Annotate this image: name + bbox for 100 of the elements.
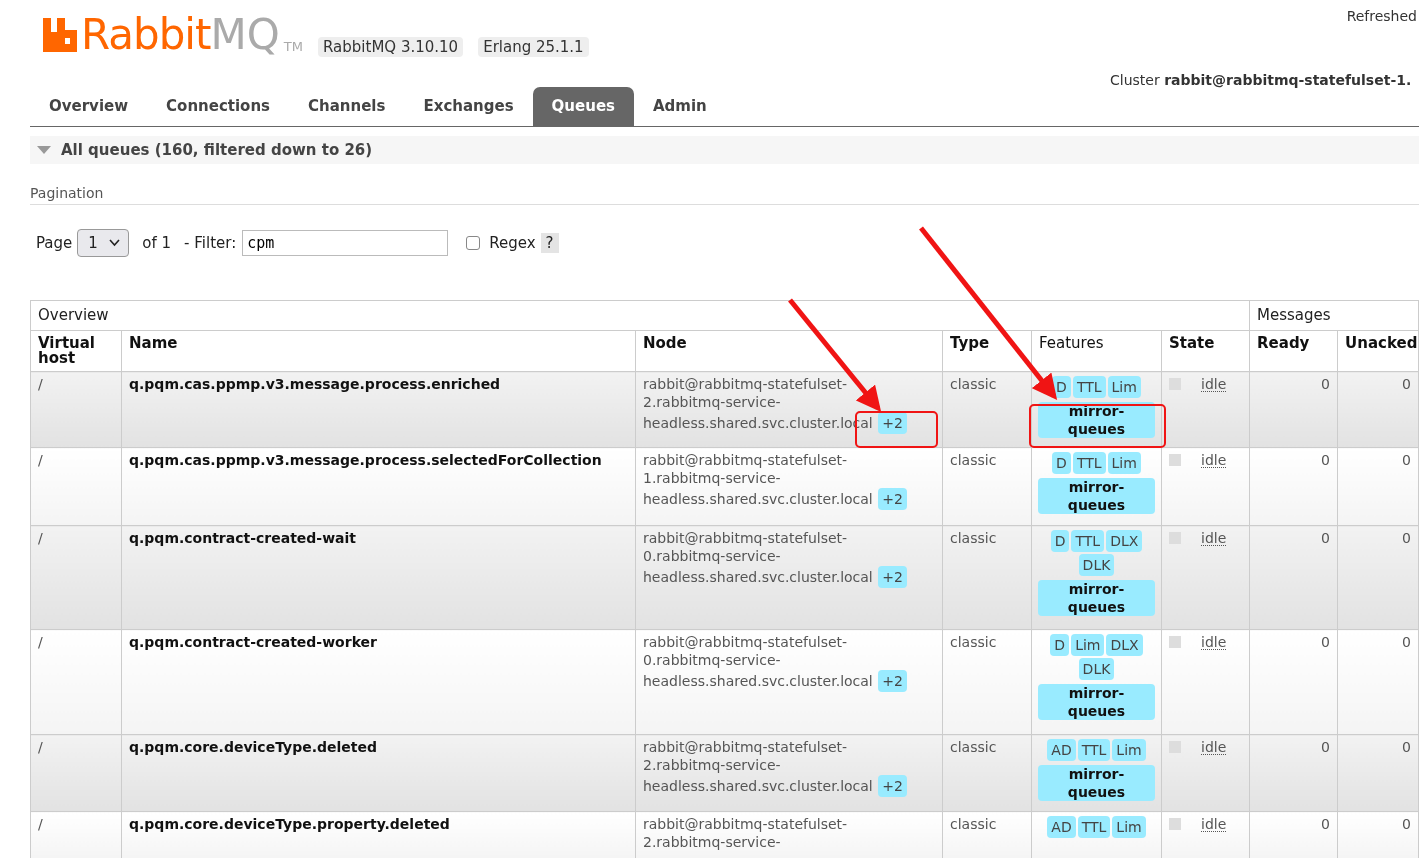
pagination-heading: Pagination	[30, 185, 1419, 205]
policy-badge[interactable]: mirror-queues	[1038, 684, 1155, 720]
cluster-name: rabbit@rabbitmq-statefulset-1.	[1164, 72, 1412, 88]
node-text: rabbit@rabbitmq-statefulset-2.rabbitmq-service-headless.shared.svc.cluster.local	[643, 739, 873, 794]
feature-badge: D	[1050, 530, 1070, 552]
column-group-header: Overview	[30, 300, 1250, 331]
filter-label: - Filter:	[184, 234, 237, 252]
logo-text: MQ	[210, 13, 280, 57]
table-cell: classic	[942, 371, 1032, 448]
version-badge: Erlang 25.1.1	[478, 37, 589, 57]
feature-badge: Lim	[1112, 816, 1146, 838]
nav-tab[interactable]: Exchanges	[404, 87, 533, 126]
state-text: idle	[1201, 635, 1227, 650]
queue-link[interactable]: q.pqm.cas.ppmp.v3.message.process.selectedForCollection	[121, 447, 636, 526]
chevron-icon	[109, 239, 121, 247]
queue-link[interactable]: q.pqm.cas.ppmp.v3.message.process.enriched	[121, 371, 636, 448]
logo-text: Rabbit	[81, 13, 211, 57]
table-cell: /	[30, 811, 122, 858]
queue-link[interactable]: q.pqm.core.deviceType.deleted	[121, 734, 636, 812]
table-cell: 0	[1337, 447, 1419, 526]
logo-icon	[43, 18, 77, 52]
page-label: Page	[36, 234, 73, 252]
table-cell: /	[30, 525, 122, 630]
node-text: rabbit@rabbitmq-statefulset-2.rabbitmq-service-	[643, 816, 848, 850]
collapse-icon[interactable]	[37, 145, 51, 155]
policy-badge[interactable]: mirror-queues	[1038, 580, 1155, 616]
state-text: idle	[1201, 377, 1227, 392]
policy-badge[interactable]: mirror-queues	[1038, 402, 1155, 438]
node-count-badge: +2	[878, 488, 907, 510]
state-indicator	[1169, 818, 1181, 830]
version-badge: RabbitMQ 3.10.10	[318, 37, 464, 57]
state-text: idle	[1201, 817, 1227, 832]
feature-badge: Lim	[1071, 634, 1105, 656]
column-header[interactable]: Node	[635, 330, 943, 372]
feature-badge: DLX	[1106, 634, 1143, 656]
queue-link[interactable]: q.pqm.contract-created-worker	[121, 629, 636, 735]
feature-badge: Lim	[1107, 452, 1141, 474]
table-cell: 0	[1337, 734, 1419, 812]
cluster-label: Cluster	[1110, 72, 1160, 88]
feature-badge: TTL	[1071, 530, 1105, 552]
nav-tab[interactable]: Admin	[634, 87, 726, 126]
page-select[interactable]: 1	[77, 229, 130, 257]
column-header[interactable]: Type	[942, 330, 1032, 372]
table-cell: 0	[1249, 811, 1338, 858]
column-header[interactable]: State	[1161, 330, 1250, 372]
table-cell: classic	[942, 525, 1032, 630]
regex-label: Regex	[489, 234, 536, 252]
feature-badge: DLK	[1078, 554, 1115, 576]
table-cell: 0	[1337, 811, 1419, 858]
node-count-badge: +2	[878, 412, 907, 434]
column-header[interactable]: Name	[121, 330, 636, 372]
node-count-badge: +2	[878, 775, 907, 797]
column-header[interactable]: Virtual host	[30, 330, 122, 372]
section-title[interactable]: All queues (160, filtered down to 26)	[61, 141, 373, 159]
queue-link[interactable]: q.pqm.contract-created-wait	[121, 525, 636, 630]
feature-badge: TTL	[1077, 739, 1111, 761]
feature-badge: DLX	[1106, 530, 1143, 552]
table-cell: 0	[1249, 447, 1338, 526]
policy-badge[interactable]: mirror-queues	[1038, 765, 1155, 801]
filter-field[interactable]: cpm	[242, 230, 449, 256]
feature-badge: D	[1050, 634, 1070, 656]
feature-badge: Lim	[1112, 739, 1146, 761]
queue-link[interactable]: q.pqm.core.deviceType.property.deleted	[121, 811, 636, 858]
help-button[interactable]: ?	[540, 233, 559, 253]
node-count-badge: +2	[878, 566, 907, 588]
feature-badge: TTL	[1072, 452, 1106, 474]
table-cell: 0	[1249, 629, 1338, 735]
table-cell: classic	[942, 629, 1032, 735]
state-text: idle	[1201, 531, 1227, 546]
node-count-badge: +2	[878, 670, 907, 692]
state-indicator	[1169, 454, 1181, 466]
nav-tab[interactable]: Connections	[147, 87, 290, 126]
table-cell: 0	[1337, 629, 1419, 735]
table-cell: /	[30, 371, 122, 448]
table-cell: 0	[1337, 371, 1419, 448]
policy-badge[interactable]: mirror-queues	[1038, 478, 1155, 514]
nav-tab[interactable]: Overview	[30, 87, 148, 126]
nav-tab[interactable]: Queues	[532, 87, 634, 126]
table-cell: /	[30, 629, 122, 735]
table-cell: classic	[942, 447, 1032, 526]
table-cell: classic	[942, 734, 1032, 812]
node-text: rabbit@rabbitmq-statefulset-0.rabbitmq-service-headless.shared.svc.cluster.local	[643, 530, 873, 585]
node-text: rabbit@rabbitmq-statefulset-1.rabbitmq-service-headless.shared.svc.cluster.local	[643, 452, 873, 507]
state-text: idle	[1201, 740, 1227, 755]
column-header[interactable]: Ready	[1249, 330, 1338, 372]
table-cell: 0	[1249, 525, 1338, 630]
column-header[interactable]: Unacked	[1337, 330, 1419, 372]
nav-tab[interactable]: Channels	[289, 87, 405, 126]
table-cell: 0	[1337, 525, 1419, 630]
page-count: of 1	[142, 234, 172, 252]
table-cell: classic	[942, 811, 1032, 858]
feature-badge: AD	[1047, 739, 1076, 761]
feature-badge: D	[1052, 452, 1071, 474]
node-text: rabbit@rabbitmq-statefulset-0.rabbitmq-service-headless.shared.svc.cluster.local	[643, 634, 873, 689]
trademark: TM	[283, 39, 303, 54]
regex-checkbox[interactable]	[466, 236, 481, 250]
feature-badge: TTL	[1072, 376, 1106, 398]
table-cell: /	[30, 734, 122, 812]
refreshed-text: Refreshed	[1346, 8, 1417, 24]
feature-badge: AD	[1047, 816, 1076, 838]
